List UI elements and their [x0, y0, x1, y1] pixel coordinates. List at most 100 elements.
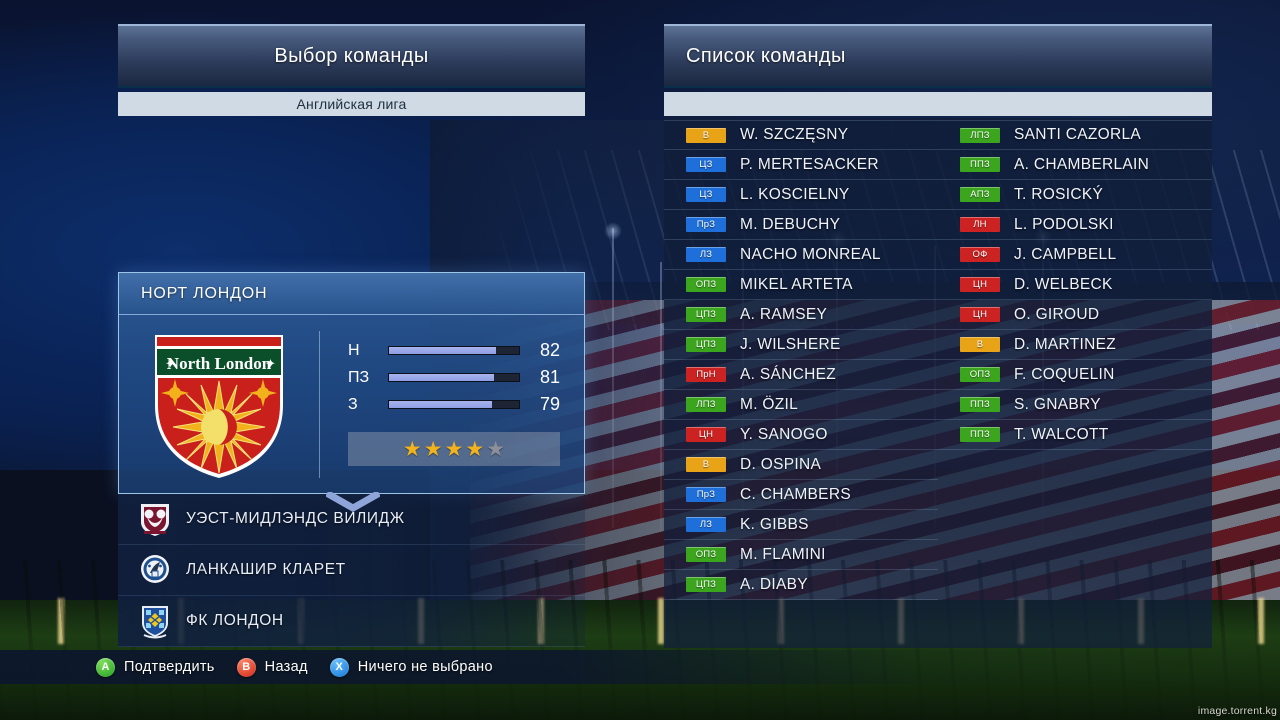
player-row[interactable]: В W. SZCZĘSNY	[664, 120, 938, 150]
stat-bar-fill	[389, 374, 495, 381]
player-position-badge: ПрЗ	[686, 217, 726, 232]
player-position-badge: ОПЗ	[686, 547, 726, 562]
squad-column-left: В W. SZCZĘSNY ЦЗ P. MERTESACKER ЦЗ L. KOSCIEL…	[664, 120, 938, 600]
player-row[interactable]: ЦПЗ J. WILSHERE	[664, 330, 938, 360]
prompt-back[interactable]: B Назад	[236, 657, 308, 677]
svg-text:✦: ✦	[265, 356, 276, 371]
player-row[interactable]: ПрН A. SÁNCHEZ	[664, 360, 938, 390]
player-row[interactable]: ПрЗ M. DEBUCHY	[664, 210, 938, 240]
button-a-icon: A	[96, 657, 115, 677]
chevron-down-icon[interactable]	[325, 490, 381, 513]
player-position-badge: ЦПЗ	[686, 307, 726, 322]
player-name: F. COQUELIN	[1014, 365, 1115, 383]
selected-team-card[interactable]: НОРТ ЛОНДОН North London ✦ ✦ Н 82 ПЗ 81 …	[118, 272, 585, 494]
team-list-item[interactable]: ФК ЛОНДОН	[118, 596, 585, 647]
team-list: УЭСТ-МИДЛЭНДС ВИЛИДЖ 1873 ЛАНКАШИР КЛАРЕ…	[118, 494, 585, 647]
player-position-badge: В	[960, 337, 1000, 352]
player-name: C. CHAMBERS	[740, 485, 851, 503]
svg-text:✦: ✦	[165, 356, 176, 371]
squad-subbar	[664, 92, 1212, 116]
player-row[interactable]: ПрЗ C. CHAMBERS	[664, 480, 938, 510]
player-row[interactable]: ЦН O. GIROUD	[938, 300, 1212, 330]
player-position-badge: ПрН	[686, 367, 726, 382]
stat-label: Н	[348, 341, 360, 359]
stat-value: 79	[539, 394, 560, 414]
player-row[interactable]: АПЗ T. ROSICKÝ	[938, 180, 1212, 210]
player-row[interactable]: В D. OSPINA	[664, 450, 938, 480]
player-position-badge: ЦН	[686, 427, 726, 442]
player-position-badge: ЛПЗ	[686, 397, 726, 412]
player-name: O. GIROUD	[1014, 305, 1100, 323]
floodlight-mast	[660, 262, 662, 532]
selected-team-title-row: НОРТ ЛОНДОН	[119, 273, 584, 315]
prompt-none-selected[interactable]: X Ничего не выбрано	[329, 657, 493, 677]
player-row[interactable]: ЛПЗ SANTI CAZORLA	[938, 120, 1212, 150]
team-name: ЛАНКАШИР КЛАРЕТ	[186, 561, 346, 578]
rating-star: ★	[444, 437, 464, 461]
player-position-badge: ОПЗ	[960, 367, 1000, 382]
player-row[interactable]: ОПЗ F. COQUELIN	[938, 360, 1212, 390]
stat-bar	[388, 346, 520, 355]
stat-bar	[388, 373, 520, 382]
stat-value: 82	[539, 340, 560, 360]
stat-bar-fill	[389, 401, 492, 408]
player-position-badge: ЛН	[960, 217, 1000, 232]
player-row[interactable]: ОПЗ M. FLAMINI	[664, 540, 938, 570]
player-position-badge: В	[686, 457, 726, 472]
player-name: M. DEBUCHY	[740, 215, 841, 233]
player-name: M. ÖZIL	[740, 395, 799, 413]
player-position-badge: ЦЗ	[686, 157, 726, 172]
player-name: L. KOSCIELNY	[740, 185, 850, 203]
prompt-confirm[interactable]: A Подтвердить	[96, 657, 215, 677]
rating-star: ★	[423, 437, 443, 461]
player-row[interactable]: ППЗ T. WALCOTT	[938, 420, 1212, 450]
player-position-badge: ЦН	[960, 277, 1000, 292]
player-position-badge: ЛЗ	[686, 517, 726, 532]
player-row[interactable]: ЛПЗ M. ÖZIL	[664, 390, 938, 420]
player-row[interactable]: ППЗ S. GNABRY	[938, 390, 1212, 420]
league-bar[interactable]: Английская лига	[118, 92, 585, 116]
player-row[interactable]: ЦН D. WELBECK	[938, 270, 1212, 300]
player-row[interactable]: ЦН Y. SANOGO	[664, 420, 938, 450]
player-position-badge: ППЗ	[960, 157, 1000, 172]
player-row[interactable]: ЦЗ P. MERTESACKER	[664, 150, 938, 180]
team-name: УЭСТ-МИДЛЭНДС ВИЛИДЖ	[186, 510, 405, 527]
stat-row: ПЗ 81	[348, 364, 560, 391]
player-name: MIKEL ARTETA	[740, 275, 853, 293]
west-midlands-village-crest	[141, 504, 169, 536]
player-row[interactable]: ЦЗ L. KOSCIELNY	[664, 180, 938, 210]
player-row[interactable]: В D. MARTINEZ	[938, 330, 1212, 360]
prompt-none-selected-label: Ничего не выбрано	[357, 659, 493, 675]
league-label: Английская лига	[296, 96, 407, 112]
crest-text: North London	[167, 354, 272, 373]
player-name: D. WELBECK	[1014, 275, 1113, 293]
player-name: Y. SANOGO	[740, 425, 828, 443]
player-position-badge: В	[686, 127, 726, 143]
player-row[interactable]: ЦПЗ A. DIABY	[664, 570, 938, 600]
player-name: T. ROSICKÝ	[1014, 185, 1104, 203]
player-row[interactable]: ЦПЗ A. RAMSEY	[664, 300, 938, 330]
player-name: K. GIBBS	[740, 515, 809, 533]
player-name: W. SZCZĘSNY	[740, 126, 849, 143]
player-row[interactable]: ОПЗ MIKEL ARTETA	[664, 270, 938, 300]
crest-container: North London ✦ ✦	[119, 315, 319, 494]
player-row[interactable]: ЛЗ NACHO MONREAL	[664, 240, 938, 270]
stat-row: Н 82	[348, 337, 560, 364]
player-row[interactable]: ЛЗ K. GIBBS	[664, 510, 938, 540]
button-prompt-bar: A Подтвердить B Назад X Ничего не выбран…	[0, 650, 1280, 684]
squad-list-header: Список команды	[664, 24, 1212, 86]
stat-bar	[388, 400, 520, 409]
lancashire-claret-crest: 1873	[141, 555, 169, 584]
light-glow	[604, 222, 622, 240]
player-row[interactable]: ЛН L. PODOLSKI	[938, 210, 1212, 240]
fk-london-crest	[142, 606, 168, 639]
squad-list-title: Список команды	[686, 44, 846, 67]
floodlight-mast	[612, 228, 614, 528]
player-row[interactable]: ОФ J. CAMPBELL	[938, 240, 1212, 270]
prompt-confirm-label: Подтвердить	[124, 659, 215, 675]
squad-list-container: В W. SZCZĘSNY ЦЗ P. MERTESACKER ЦЗ L. KOSCIEL…	[664, 118, 1212, 648]
team-list-item[interactable]: 1873 ЛАНКАШИР КЛАРЕТ	[118, 545, 585, 596]
player-name: A. DIABY	[740, 575, 808, 593]
player-row[interactable]: ППЗ A. CHAMBERLAIN	[938, 150, 1212, 180]
stat-label: ПЗ	[348, 368, 370, 386]
